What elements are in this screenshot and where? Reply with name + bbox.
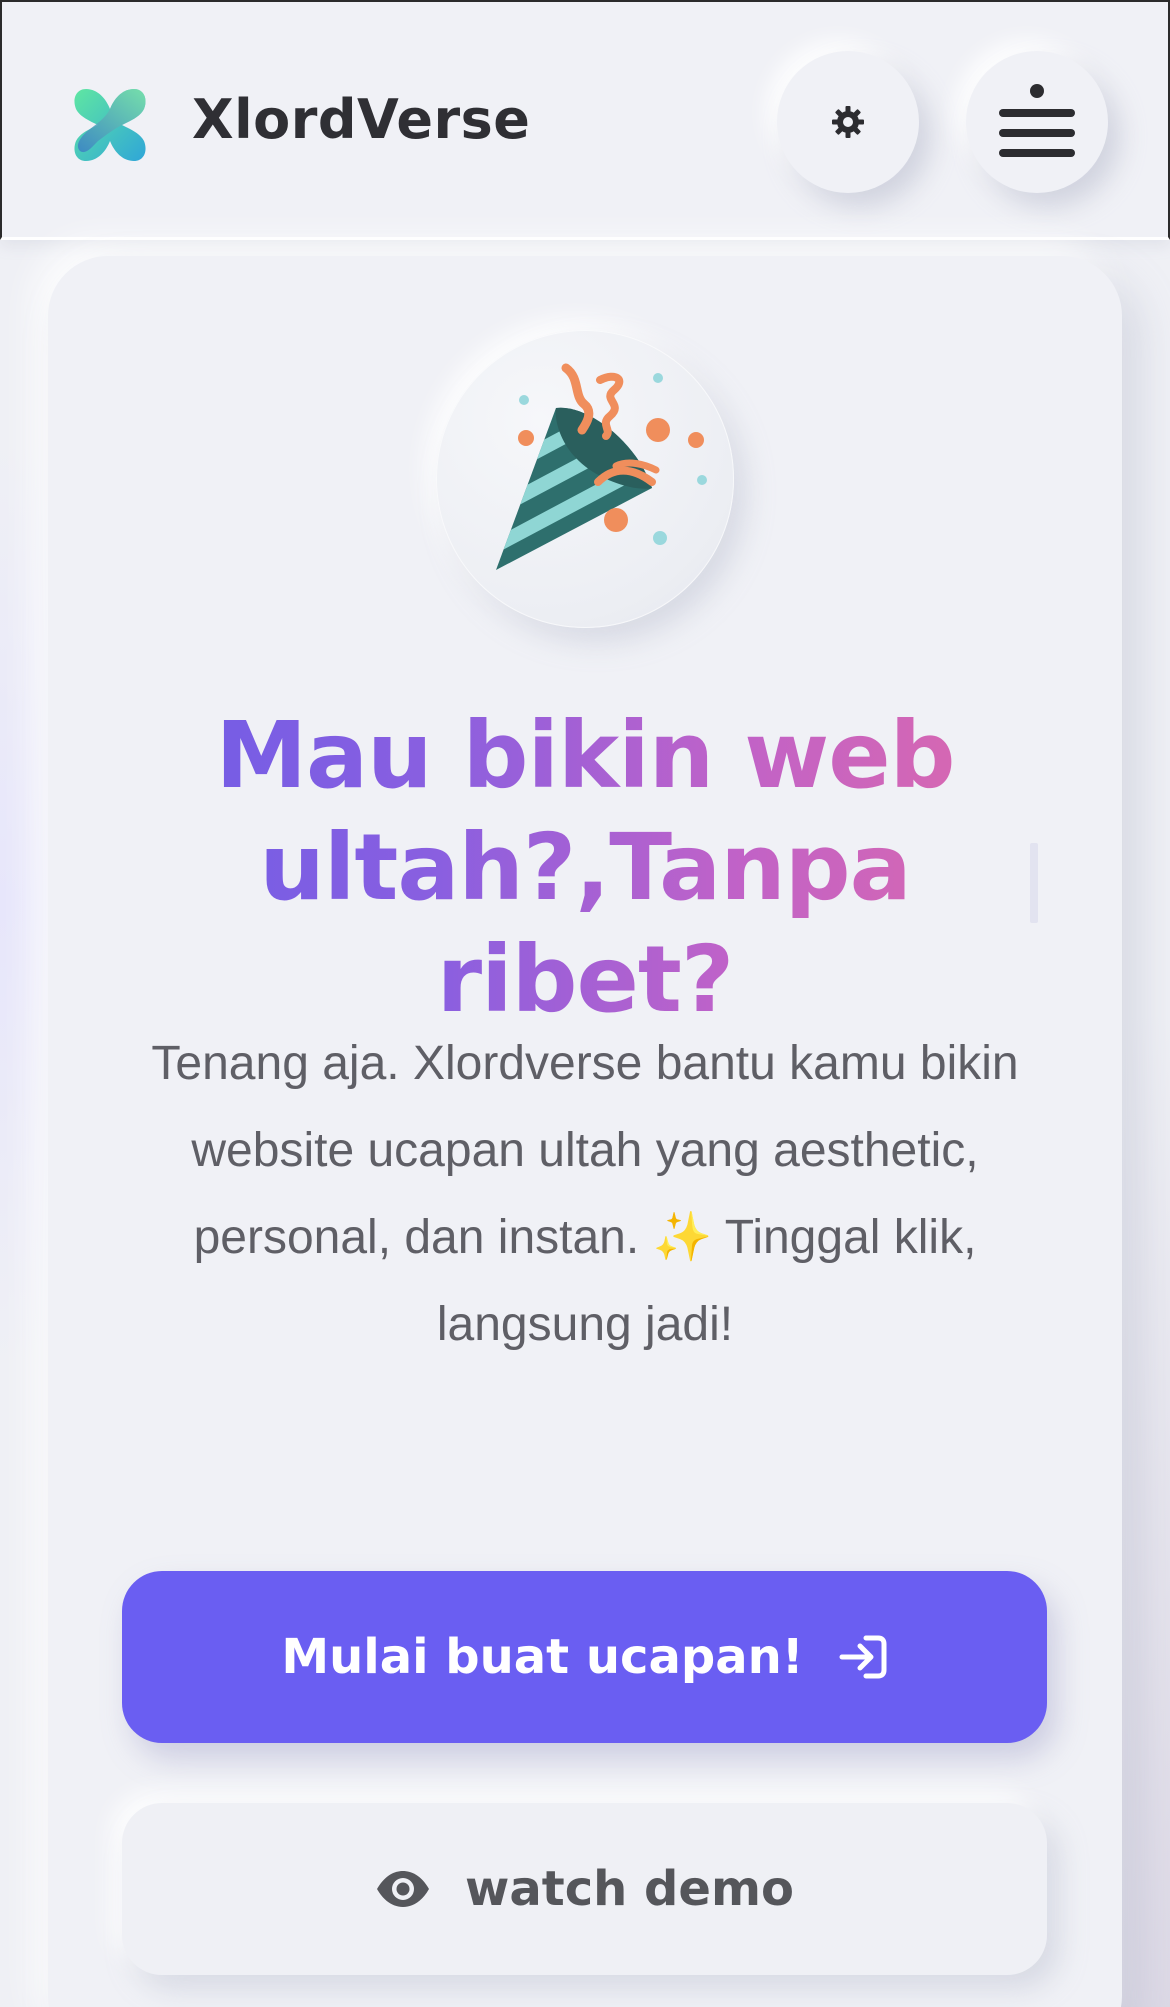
watch-demo-button[interactable]: watch demo — [122, 1803, 1047, 1975]
xlordverse-logo-icon[interactable] — [72, 85, 148, 165]
hero-description: Tenang aja. Xlordverse bantu kamu bikin … — [151, 1037, 1019, 1351]
menu-button[interactable] — [966, 51, 1108, 193]
start-greeting-button[interactable]: Mulai buat ucapan! — [122, 1571, 1047, 1743]
party-popper-icon — [496, 363, 707, 570]
theme-toggle-button[interactable] — [777, 51, 919, 193]
hero-title: Mau bikin web ultah?,Tanpa ribet? — [100, 700, 1070, 1036]
login-arrow-icon — [839, 1635, 887, 1679]
brand-name[interactable]: XlordVerse — [192, 88, 530, 151]
eye-icon — [377, 1871, 430, 1907]
gear-icon — [832, 106, 864, 138]
menu-icon — [999, 84, 1075, 157]
watch-demo-label: watch demo — [465, 1861, 794, 1917]
top-navbar: XlordVerse — [0, 0, 1170, 240]
typing-caret — [1030, 843, 1038, 923]
start-greeting-label: Mulai buat ucapan! — [281, 1629, 804, 1685]
